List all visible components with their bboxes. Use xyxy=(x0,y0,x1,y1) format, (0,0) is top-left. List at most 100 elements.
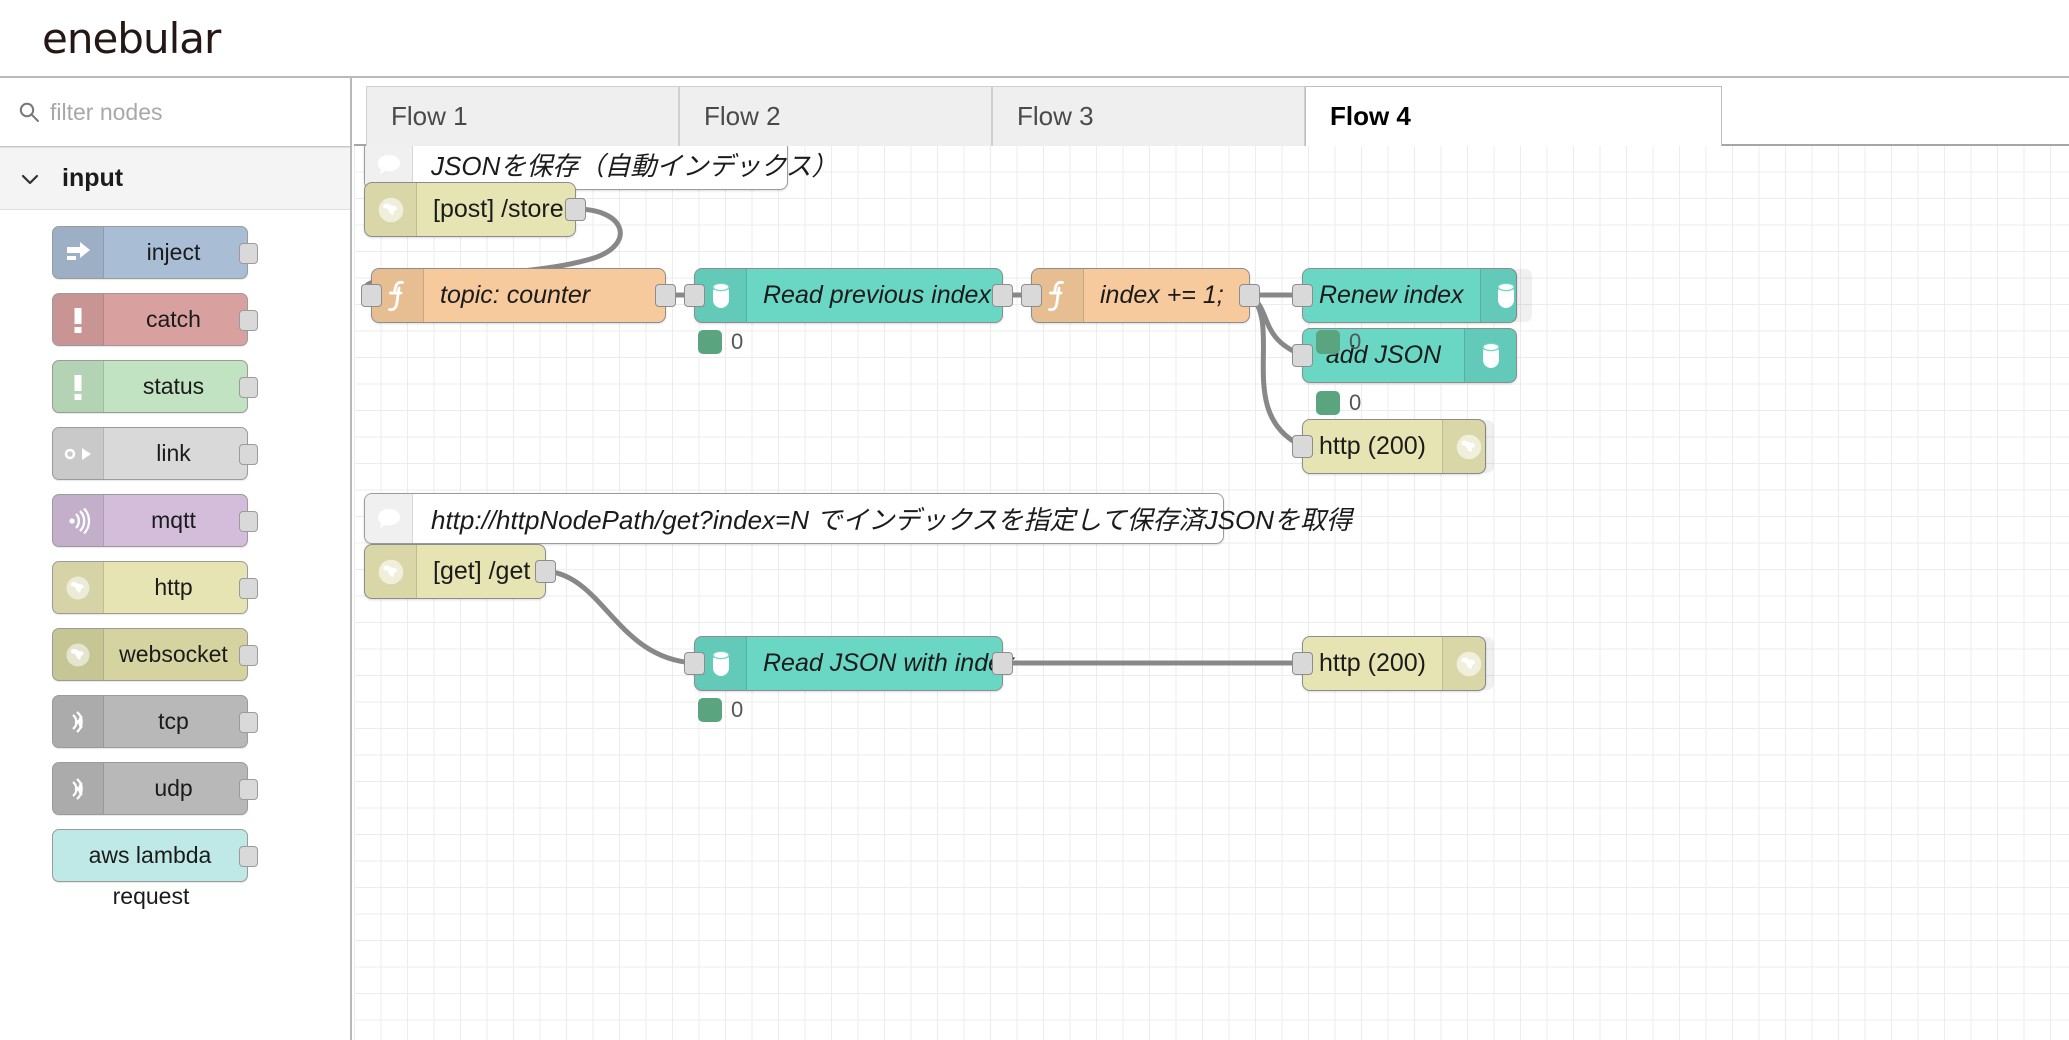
node-status-renew-index: 0 xyxy=(1316,329,1361,355)
enebular-flow-editor: enebular input xyxy=(0,0,2069,1040)
palette-node-port xyxy=(239,444,258,465)
tab-label: Flow 2 xyxy=(704,101,781,131)
tab-flow-1[interactable]: Flow 1 xyxy=(366,86,679,146)
palette-node-status[interactable]: status xyxy=(52,360,258,413)
node-http-response-get[interactable]: http (200) xyxy=(1292,636,1495,691)
globe-icon xyxy=(365,545,417,598)
brand-bar: enebular xyxy=(0,0,2069,78)
node-label: http (200) xyxy=(1319,649,1427,677)
palette-node-mqtt[interactable]: mqtt xyxy=(52,494,258,547)
palette-node-label: catch xyxy=(146,306,201,332)
globe-icon xyxy=(365,183,417,236)
search-input[interactable] xyxy=(50,98,320,126)
status-text: 0 xyxy=(731,329,744,354)
palette-node-label: tcp xyxy=(158,708,189,734)
palette-node-label: websocket xyxy=(119,641,228,667)
palette-node-catch[interactable]: catch xyxy=(52,293,258,346)
palette-node-port xyxy=(239,578,258,599)
palette-node-websocket[interactable]: websocket xyxy=(52,628,258,681)
node-function-topic-counter[interactable]: topic: counter xyxy=(361,268,676,323)
tab-flow-2[interactable]: Flow 2 xyxy=(679,86,992,146)
node-input-port[interactable] xyxy=(684,652,705,675)
status-text: 0 xyxy=(1349,390,1362,415)
flow-canvas[interactable]: JSONを保存（自動インデックス） [post] /store topic: c… xyxy=(354,146,2069,1040)
inject-arrow-icon xyxy=(53,227,104,278)
node-input-port[interactable] xyxy=(361,284,382,307)
palette-node-port xyxy=(239,511,258,532)
node-palette-sidebar: input inject xyxy=(0,78,352,1040)
palette-node-link[interactable]: link xyxy=(52,427,258,480)
palette-node-inject[interactable]: inject xyxy=(52,226,258,279)
node-label: topic: counter xyxy=(440,281,591,309)
node-database-read-previous-index[interactable]: Read previous index xyxy=(684,268,1013,323)
node-input-port[interactable] xyxy=(684,284,705,307)
exclamation-icon xyxy=(53,294,104,345)
palette-node-list: inject catch status link mqtt http webso… xyxy=(0,210,350,909)
node-status-read-json-with-index: 0 xyxy=(698,697,743,723)
enebular-logo: enebular xyxy=(42,14,221,63)
database-icon xyxy=(1479,269,1532,322)
node-database-renew-index[interactable]: Renew index xyxy=(1292,268,1532,323)
node-input-port[interactable] xyxy=(1292,435,1313,458)
globe-icon xyxy=(53,562,104,613)
node-http-in-get[interactable]: [get] /get xyxy=(364,544,556,599)
status-dot-icon xyxy=(1316,330,1340,354)
palette-node-tcp[interactable]: tcp xyxy=(52,695,258,748)
node-output-port[interactable] xyxy=(992,284,1013,307)
palette-node-port xyxy=(239,846,258,867)
node-output-port[interactable] xyxy=(992,652,1013,675)
wire-get-to-readjson xyxy=(543,568,697,666)
node-database-read-json-with-index[interactable]: Read JSON with index xyxy=(684,636,1015,691)
status-text: 0 xyxy=(731,697,744,722)
node-label: [post] /store xyxy=(433,195,564,223)
globe-icon xyxy=(1442,420,1495,473)
tab-label: Flow 4 xyxy=(1330,101,1411,131)
node-http-response-store[interactable]: http (200) xyxy=(1292,419,1495,474)
node-status-add-json: 0 xyxy=(1316,390,1361,416)
palette-node-port xyxy=(239,779,258,800)
node-status-read-previous-index: 0 xyxy=(698,329,743,355)
signal-icon xyxy=(53,763,104,814)
node-input-port[interactable] xyxy=(1292,284,1313,307)
palette-node-port xyxy=(239,243,258,264)
node-input-port[interactable] xyxy=(1292,344,1313,367)
palette-node-http[interactable]: http xyxy=(52,561,258,614)
node-label: Read previous index xyxy=(763,281,991,309)
node-input-port[interactable] xyxy=(1021,284,1042,307)
node-function-index-increment[interactable]: index += 1; xyxy=(1021,268,1260,323)
tab-label: Flow 1 xyxy=(391,101,468,131)
node-input-port[interactable] xyxy=(1292,652,1313,675)
comment-text: JSONを保存（自動インデックス） xyxy=(431,151,838,181)
palette-node-label: inject xyxy=(146,239,201,265)
node-label: Read JSON with index xyxy=(763,649,1015,677)
link-arrow-icon xyxy=(53,428,104,479)
comment-icon xyxy=(365,494,413,543)
palette-node-label: udp xyxy=(154,775,193,801)
palette-node-port xyxy=(239,712,258,733)
search-icon xyxy=(18,101,40,123)
status-text: 0 xyxy=(1349,329,1362,354)
comment-node-get[interactable]: http://httpNodePath/get?index=N でインデックスを… xyxy=(364,493,1352,544)
flow-tab-bar: Flow 1 Flow 2 Flow 3 Flow 4 xyxy=(354,78,2069,146)
node-label: Renew index xyxy=(1319,281,1464,309)
node-output-port[interactable] xyxy=(1239,284,1260,307)
chevron-down-icon xyxy=(18,167,42,191)
node-label: http (200) xyxy=(1319,432,1427,460)
node-output-port[interactable] xyxy=(565,198,586,221)
node-http-in-post-store[interactable]: [post] /store xyxy=(364,182,586,237)
palette-category-label: input xyxy=(62,164,124,192)
palette-node-port xyxy=(239,377,258,398)
palette-node-port xyxy=(239,645,258,666)
palette-category-input[interactable]: input xyxy=(0,147,350,210)
exclamation-icon xyxy=(53,361,104,412)
comment-text: http://httpNodePath/get?index=N でインデックスを… xyxy=(431,505,1352,535)
palette-node-port xyxy=(239,310,258,331)
tab-flow-3[interactable]: Flow 3 xyxy=(992,86,1305,146)
palette-node-udp[interactable]: udp xyxy=(52,762,258,815)
node-output-port[interactable] xyxy=(535,560,556,583)
tab-flow-4[interactable]: Flow 4 xyxy=(1305,86,1722,146)
database-icon xyxy=(1464,329,1516,382)
palette-node-aws-lambda-request[interactable]: aws lambda request xyxy=(52,829,258,909)
wire-funcindex-to-httpresp xyxy=(1247,292,1305,449)
node-output-port[interactable] xyxy=(655,284,676,307)
